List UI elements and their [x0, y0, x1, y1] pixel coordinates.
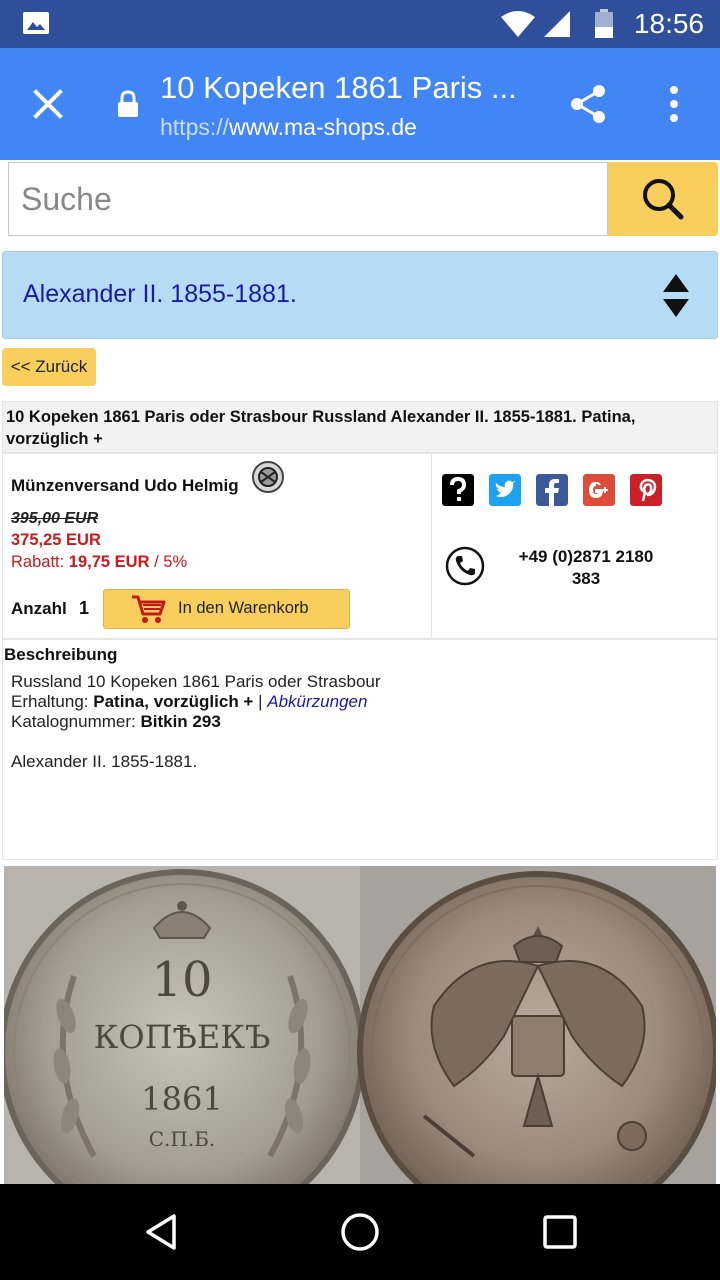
navigation-bar	[0, 1184, 720, 1280]
nav-back-icon[interactable]	[140, 1210, 184, 1254]
abbreviations-link[interactable]: Abkürzungen	[267, 692, 367, 711]
discount-percent: / 5%	[149, 553, 188, 571]
cart-icon	[132, 595, 166, 623]
category-label: Alexander II. 1855-1881.	[23, 280, 297, 308]
back-button[interactable]: << Zurück	[2, 348, 96, 386]
url-scheme: https://	[160, 114, 230, 140]
search-bar: Suche	[0, 160, 720, 240]
condition-label: Erhaltung:	[11, 692, 89, 711]
page-title: 10 Kopeken 1861 Paris ...	[160, 70, 517, 105]
wifi-icon	[500, 11, 535, 37]
quantity-value[interactable]: 1	[79, 598, 89, 619]
category-selector[interactable]: Alexander II. 1855-1881.	[2, 251, 718, 339]
sort-arrows-icon	[663, 274, 689, 317]
catalog-value: Bitkin 293	[140, 712, 221, 731]
coin-mint: С.П.Б.	[149, 1127, 216, 1151]
add-to-cart-button[interactable]: In den Warenkorb	[103, 589, 350, 629]
condition-line: Erhaltung: Patina, vorzüglich + | Abkürz…	[11, 692, 367, 712]
status-bar: 18:56	[0, 0, 720, 48]
discount-label: Rabatt:	[11, 553, 65, 571]
nav-recents-icon[interactable]	[538, 1210, 582, 1254]
lock-icon	[118, 90, 138, 117]
catalog-label: Katalognummer:	[11, 712, 136, 731]
divider	[431, 454, 432, 640]
catalog-line: Katalognummer: Bitkin 293	[11, 712, 221, 732]
battery-icon	[594, 9, 613, 38]
google-plus-icon[interactable]	[583, 474, 615, 506]
search-icon	[643, 179, 684, 220]
url-bar[interactable]: https://www.ma-shops.de	[160, 114, 417, 141]
offer-panel: Münzenversand Udo Helmig 395,00 EUR 375,…	[2, 453, 718, 640]
price-current: 375,25 EUR	[11, 531, 101, 549]
seller-badge-icon	[252, 461, 284, 493]
url-host: www.ma-shops.de	[229, 114, 417, 140]
facebook-icon[interactable]	[536, 474, 568, 506]
help-icon[interactable]	[442, 474, 474, 506]
browser-toolbar: 10 Kopeken 1861 Paris ... https://www.ma…	[0, 48, 720, 160]
discount-text: Rabatt: 19,75 EUR / 5%	[11, 553, 187, 572]
pinterest-icon[interactable]	[630, 474, 662, 506]
seller-name[interactable]: Münzenversand Udo Helmig	[11, 476, 239, 496]
phone-icon[interactable]	[445, 546, 485, 586]
description-line: Russland 10 Kopeken 1861 Paris oder Stra…	[11, 672, 381, 691]
quantity-label: Anzahl	[11, 599, 67, 618]
overflow-menu-icon[interactable]	[660, 82, 688, 126]
description-heading: Beschreibung	[4, 645, 118, 664]
search-input[interactable]: Suche	[8, 162, 608, 236]
add-to-cart-label: In den Warenkorb	[178, 599, 309, 617]
separator: |	[258, 692, 263, 711]
description-panel: Beschreibung Russland 10 Kopeken 1861 Pa…	[2, 639, 718, 860]
discount-amount: 19,75 EUR	[68, 553, 150, 571]
nav-home-icon[interactable]	[338, 1210, 382, 1254]
signal-icon	[543, 11, 570, 37]
coin-word: КОПѢЕКЪ	[94, 1018, 271, 1056]
coin-denomination: 10	[151, 952, 212, 1008]
price-original: 395,00 EUR	[11, 510, 99, 527]
twitter-icon[interactable]	[489, 474, 521, 506]
search-button[interactable]	[608, 162, 718, 236]
phone-number[interactable]: +49 (0)2871 2180 383	[503, 546, 669, 590]
coin-photo-drawing: 10 КОПѢЕКЪ 1861 С.П.Б.	[4, 866, 716, 1184]
clock: 18:56	[633, 8, 704, 39]
condition-value: Patina, vorzüglich +	[93, 692, 254, 711]
coin-year: 1861	[141, 1080, 222, 1118]
coin-photo[interactable]: 10 КОПѢЕКЪ 1861 С.П.Б.	[4, 866, 716, 1184]
share-icon[interactable]	[566, 82, 610, 126]
product-title: 10 Kopeken 1861 Paris oder Strasbour Rus…	[2, 401, 718, 453]
gallery-icon	[23, 12, 49, 34]
close-icon[interactable]	[28, 84, 68, 124]
ruler-line: Alexander II. 1855-1881.	[11, 752, 198, 771]
